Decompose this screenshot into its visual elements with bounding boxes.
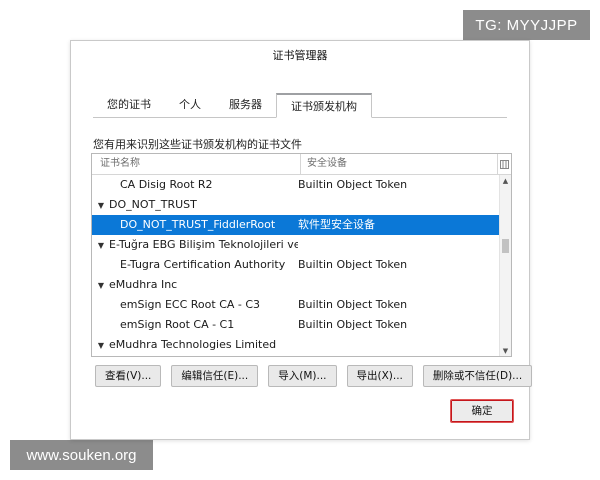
- export-button[interactable]: 导出(X)...: [346, 365, 413, 387]
- security-device: 软件型安全设备: [298, 218, 375, 231]
- dialog-title: 证书管理器: [272, 49, 328, 62]
- group-name: eMudhra Inc: [109, 278, 178, 291]
- tree-row[interactable]: emSign ECC Root CA - C3 Builtin Object T…: [92, 295, 499, 315]
- group-name: DO_NOT_TRUST: [109, 198, 197, 211]
- security-device: [298, 335, 498, 355]
- security-device: Builtin Object Token: [298, 318, 408, 331]
- tree-header: 证书名称 安全设备: [92, 154, 511, 175]
- tree-group-row[interactable]: ▼E-Tuğra EBG Bilişim Teknolojileri ve Hi…: [92, 235, 499, 255]
- certificate-tree[interactable]: 证书名称 安全设备 CA Disig Root R2 Builtin Objec…: [91, 153, 512, 357]
- certificate-name: CA Disig Root R2: [120, 178, 213, 191]
- tab-description: 您有用来识别这些证书颁发机构的证书文件: [93, 138, 302, 151]
- chevron-down-icon[interactable]: ▼: [96, 336, 106, 355]
- tree-row[interactable]: emSign Root CA - C1 Builtin Object Token: [92, 315, 499, 335]
- security-device: [298, 275, 498, 295]
- security-device: Builtin Object Token: [298, 298, 408, 311]
- tree-row[interactable]: CA Disig Root R2 Builtin Object Token: [92, 175, 499, 195]
- ok-button[interactable]: 确定: [450, 399, 514, 423]
- column-picker-icon[interactable]: [497, 154, 510, 174]
- tree-group-row[interactable]: ▼ DO_NOT_TRUST: [92, 195, 499, 215]
- tree-group-row[interactable]: ▼ eMudhra Inc: [92, 275, 499, 295]
- chevron-down-icon[interactable]: ▼: [96, 276, 106, 295]
- tree-rows: CA Disig Root R2 Builtin Object Token ▼ D…: [92, 175, 499, 355]
- tree-row-selected[interactable]: DO_NOT_TRUST_FiddlerRoot 软件型安全设备: [92, 215, 499, 235]
- column-header-name[interactable]: 证书名称: [92, 154, 301, 174]
- edit-trust-button[interactable]: 编辑信任(E)...: [171, 365, 259, 387]
- certificate-name: E-Tugra Certification Authority: [120, 258, 286, 271]
- vertical-scrollbar[interactable]: ▲ ▼: [499, 175, 511, 356]
- watermark-site: www.souken.org: [10, 440, 153, 470]
- column-header-device[interactable]: 安全设备: [301, 154, 497, 174]
- security-device: Builtin Object Token: [298, 258, 408, 271]
- certificate-name: DO_NOT_TRUST_FiddlerRoot: [120, 218, 276, 231]
- certificate-name: emSign ECC Root CA - C3: [120, 298, 261, 311]
- tab-servers[interactable]: 服务器: [215, 93, 276, 117]
- watermark-tg: TG: MYYJJPP: [463, 10, 590, 40]
- tab-bar: 您的证书 个人 服务器 证书颁发机构: [93, 93, 507, 118]
- delete-or-distrust-button[interactable]: 删除或不信任(D)...: [422, 365, 533, 387]
- import-button[interactable]: 导入(M)...: [268, 365, 337, 387]
- tree-group-row[interactable]: ▼ eMudhra Technologies Limited: [92, 335, 499, 355]
- tab-your-certificates[interactable]: 您的证书: [93, 93, 165, 117]
- tab-authorities[interactable]: 证书颁发机构: [276, 93, 372, 118]
- tab-personal[interactable]: 个人: [165, 93, 215, 117]
- scroll-down-icon[interactable]: ▼: [500, 345, 511, 356]
- tree-row[interactable]: E-Tugra Certification Authority Builtin …: [92, 255, 499, 275]
- group-name: eMudhra Technologies Limited: [109, 338, 277, 351]
- chevron-down-icon[interactable]: ▼: [96, 236, 106, 255]
- security-device: [298, 195, 498, 215]
- security-device: Builtin Object Token: [298, 178, 408, 191]
- certificate-manager-dialog: 证书管理器 您的证书 个人 服务器 证书颁发机构 您有用来识别这些证书颁发机构的…: [70, 40, 533, 440]
- group-name: E-Tuğra EBG Bilişim Teknolojileri ve Hi.…: [109, 238, 298, 251]
- action-buttons: 查看(V)... 编辑信任(E)... 导入(M)... 导出(X)... 删除…: [95, 365, 533, 387]
- scroll-up-icon[interactable]: ▲: [500, 175, 511, 186]
- scroll-thumb[interactable]: [502, 239, 509, 253]
- security-device: [298, 235, 498, 255]
- certificate-name: emSign Root CA - C1: [120, 318, 235, 331]
- chevron-down-icon[interactable]: ▼: [96, 196, 106, 215]
- view-button[interactable]: 查看(V)...: [95, 365, 162, 387]
